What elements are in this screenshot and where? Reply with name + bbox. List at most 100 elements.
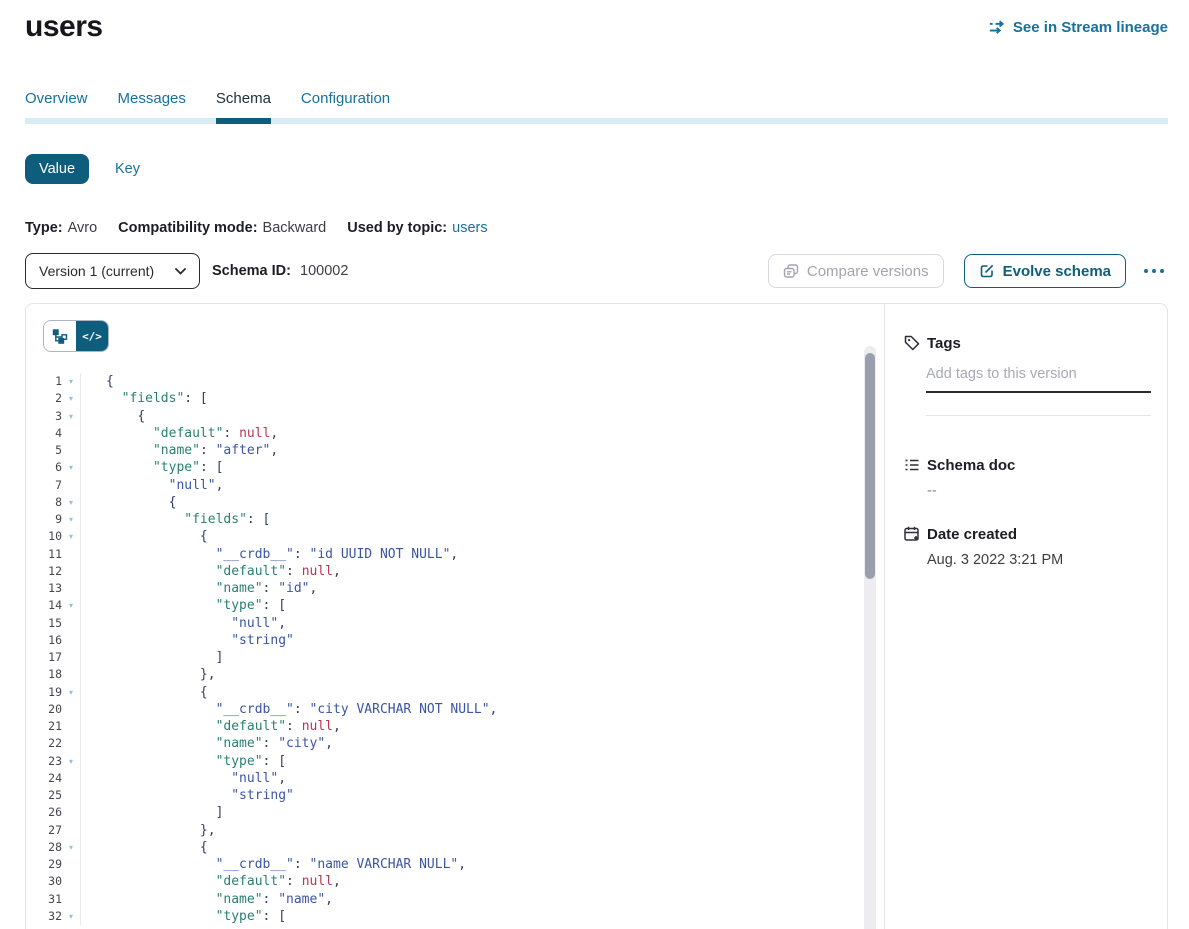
fold-toggle-icon[interactable]: ▾ [62, 908, 81, 925]
tags-heading: Tags [903, 334, 1151, 352]
fold-toggle-icon[interactable]: ▾ [62, 753, 81, 770]
line-number: 28 [26, 839, 62, 856]
more-options-button[interactable] [1140, 265, 1168, 277]
code-text: "__crdb__": "name VARCHAR NULL", [106, 856, 466, 873]
code-line: 14▾ "type": [ [26, 597, 884, 614]
code-text: "__crdb__": "id UUID NOT NULL", [106, 546, 458, 563]
code-text: { [106, 528, 208, 545]
line-number: 7 [26, 477, 62, 494]
line-number: 18 [26, 666, 62, 683]
sidebar-divider [926, 415, 1151, 416]
value-toggle-button[interactable]: Value [25, 154, 89, 184]
code-text: ] [106, 804, 223, 821]
fold-toggle-icon[interactable]: ▾ [62, 684, 81, 701]
fold-gutter [62, 804, 81, 821]
tab-configuration[interactable]: Configuration [301, 90, 390, 124]
line-number: 29 [26, 856, 62, 873]
editor-scrollbar-track[interactable] [864, 346, 876, 929]
chevron-down-icon [175, 268, 186, 275]
schema-doc-value: -- [927, 483, 1151, 499]
fold-toggle-icon[interactable]: ▾ [62, 839, 81, 856]
code-text: "fields": [ [106, 511, 270, 528]
tab-overview[interactable]: Overview [25, 90, 88, 124]
compare-versions-button[interactable]: Compare versions [768, 254, 944, 288]
code-text: "type": [ [106, 753, 286, 770]
code-line: 19▾ { [26, 684, 884, 701]
code-line: 12 "default": null, [26, 563, 884, 580]
line-number: 14 [26, 597, 62, 614]
version-select[interactable]: Version 1 (current) [25, 253, 200, 289]
schema-doc-heading: Schema doc [903, 456, 1151, 474]
code-text: "default": null, [106, 563, 341, 580]
version-select-value: Version 1 (current) [39, 263, 154, 279]
line-number: 3 [26, 408, 62, 425]
fold-gutter [62, 563, 81, 580]
code-line: 18 }, [26, 666, 884, 683]
schema-id-value: 100002 [300, 263, 348, 279]
schema-page: users See in Stream lineage Overview Mess… [0, 0, 1189, 929]
line-number: 13 [26, 580, 62, 597]
fold-gutter [62, 701, 81, 718]
evolve-schema-button[interactable]: Evolve schema [964, 254, 1126, 288]
line-number: 16 [26, 632, 62, 649]
code-line: 3▾ { [26, 408, 884, 425]
fold-gutter [62, 666, 81, 683]
code-line: 16 "string" [26, 632, 884, 649]
fold-toggle-icon[interactable]: ▾ [62, 459, 81, 476]
line-number: 8 [26, 494, 62, 511]
fold-toggle-icon[interactable]: ▾ [62, 494, 81, 511]
code-text: "null", [106, 615, 286, 632]
code-text: { [106, 408, 145, 425]
key-toggle-button[interactable]: Key [115, 161, 140, 177]
fold-toggle-icon[interactable]: ▾ [62, 408, 81, 425]
code-line: 24 "null", [26, 770, 884, 787]
line-number: 1 [26, 373, 62, 390]
line-number: 27 [26, 822, 62, 839]
fold-gutter [62, 649, 81, 666]
fold-gutter [62, 891, 81, 908]
code-text: "name": "after", [106, 442, 278, 459]
tree-view-button[interactable] [44, 321, 76, 351]
meta-item: Type:Avro [25, 220, 97, 236]
code-view-button[interactable]: </> [76, 321, 108, 351]
value-key-toggle: Value Key [25, 154, 1168, 184]
add-tags-input[interactable] [926, 366, 1151, 393]
code-line: 25 "string" [26, 787, 884, 804]
code-text: "name": "name", [106, 891, 333, 908]
code-text: { [106, 494, 176, 511]
fold-toggle-icon[interactable]: ▾ [62, 390, 81, 407]
meta-item: Used by topic:users [347, 220, 487, 236]
fold-toggle-icon[interactable]: ▾ [62, 511, 81, 528]
line-number: 12 [26, 563, 62, 580]
line-number: 32 [26, 908, 62, 925]
code-text: ] [106, 649, 223, 666]
code-text: "string" [106, 632, 294, 649]
code-line: 31 "name": "name", [26, 891, 884, 908]
code-line: 8▾ { [26, 494, 884, 511]
tab-messages[interactable]: Messages [118, 90, 186, 124]
code-line: 4 "default": null, [26, 425, 884, 442]
meta-label: Compatibility mode: [118, 220, 257, 236]
tag-icon [903, 334, 921, 352]
schema-detail-panel: </> 1▾{2▾ "fields": [3▾ {4 "default": nu… [25, 303, 1168, 929]
schema-meta-row: Type:AvroCompatibility mode:BackwardUsed… [25, 220, 1168, 236]
fold-toggle-icon[interactable]: ▾ [62, 528, 81, 545]
code-line: 10▾ { [26, 528, 884, 545]
tab-schema[interactable]: Schema [216, 90, 271, 124]
tab-track [25, 118, 1168, 124]
fold-gutter [62, 770, 81, 787]
fold-toggle-icon[interactable]: ▾ [62, 597, 81, 614]
code-line: 32▾ "type": [ [26, 908, 884, 925]
line-number: 5 [26, 442, 62, 459]
meta-value-link[interactable]: users [452, 220, 487, 236]
fold-gutter [62, 787, 81, 804]
code-line: 22 "name": "city", [26, 735, 884, 752]
line-number: 25 [26, 787, 62, 804]
editor-scrollbar-thumb[interactable] [865, 353, 875, 579]
see-in-stream-lineage-link[interactable]: See in Stream lineage [987, 18, 1168, 37]
code-line: 1▾{ [26, 373, 884, 390]
code-line: 30 "default": null, [26, 873, 884, 890]
meta-label: Type: [25, 220, 63, 236]
fold-toggle-icon[interactable]: ▾ [62, 373, 81, 390]
code-text: "type": [ [106, 597, 286, 614]
